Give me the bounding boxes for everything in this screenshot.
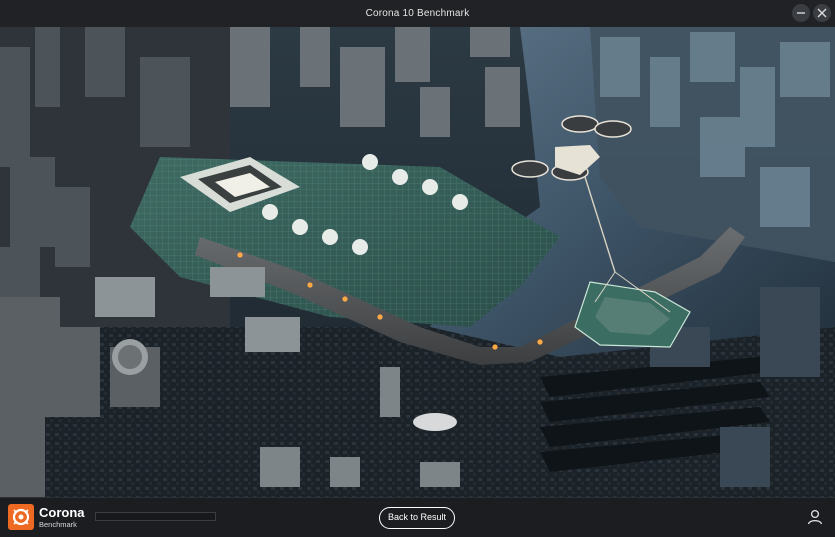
minimize-button[interactable] (792, 4, 810, 22)
footer-bar: Corona Benchmark Back to Result (0, 497, 835, 537)
benchmark-window: Corona 10 Benchmark Corona Benchmark Bac… (0, 0, 835, 537)
corona-logo (8, 504, 34, 530)
back-to-result-button[interactable]: Back to Result (379, 507, 455, 529)
close-icon (817, 8, 827, 18)
user-icon (807, 509, 823, 525)
title-bar: Corona 10 Benchmark (0, 0, 835, 28)
brand-subtitle: Benchmark (39, 520, 77, 529)
window-title: Corona 10 Benchmark (365, 8, 470, 19)
render-scene-image (0, 27, 835, 497)
user-button[interactable] (806, 508, 824, 526)
render-progress-bar (95, 512, 216, 521)
corona-logo-icon (12, 508, 30, 526)
brand-name: Corona (39, 505, 85, 520)
close-button[interactable] (813, 4, 831, 22)
minimize-icon (797, 12, 805, 14)
